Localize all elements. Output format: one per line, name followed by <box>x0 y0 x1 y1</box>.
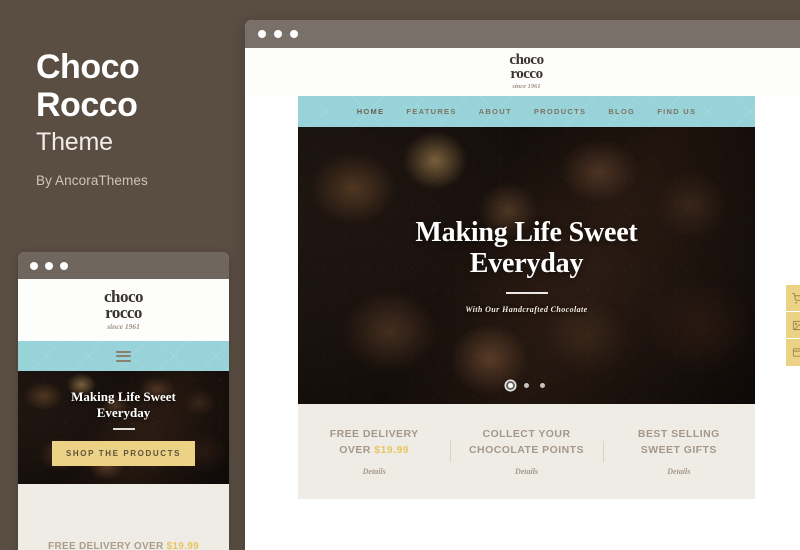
logo-since-tagline: since 1961 <box>512 83 541 91</box>
hero-slider-dot-1[interactable] <box>508 383 513 388</box>
hero-divider <box>505 292 548 295</box>
shopping-cart-button[interactable] <box>786 285 800 312</box>
window-dot-icon[interactable] <box>290 30 298 38</box>
hero-slider-dot-3[interactable] <box>540 383 545 388</box>
image-gallery-button[interactable] <box>786 312 800 339</box>
feature-title-line-2: OVER $19.99 <box>330 443 419 458</box>
nav-item-products[interactable]: PRODUCTS <box>534 107 587 116</box>
hero-title-line-2: Everyday <box>469 248 584 279</box>
feature-title-line-1: COLLECT YOUR <box>482 428 571 441</box>
feature-title-line-1: BEST SELLING <box>637 428 720 441</box>
feature-price: $19.99 <box>374 443 410 456</box>
mobile-mockup-titlebar <box>18 252 229 279</box>
hero-wrapper: Making Life Sweet Everyday With Our Hand… <box>245 127 800 404</box>
window-layout-icon <box>792 348 800 357</box>
logo-word-2: rocco <box>510 65 543 82</box>
theme-subtitle: Theme <box>36 128 113 157</box>
hero-slider-dots <box>298 383 755 388</box>
feature-details-link[interactable]: Details <box>363 467 386 476</box>
feature-title: BEST SELLING SWEET GIFTS <box>638 427 720 457</box>
feature-title-line-1: FREE DELIVERY <box>329 428 419 441</box>
nav-item-find-us[interactable]: FIND US <box>657 107 696 116</box>
browser-titlebar <box>245 20 800 48</box>
hero-title: Making Life Sweet Everyday <box>415 217 637 280</box>
theme-name-line-1: Choco <box>36 48 140 86</box>
feature-title: COLLECT YOUR CHOCOLATE POINTS <box>469 427 584 457</box>
left-info-panel: Choco Rocco Theme By AncoraThemes choco … <box>0 0 240 550</box>
browser-page-content: choco rocco since 1961 HOME FEATURES ABO… <box>245 48 800 550</box>
window-dot-icon[interactable] <box>45 261 53 270</box>
shopping-cart-icon <box>791 292 800 304</box>
mobile-logo-since: since 1961 <box>107 322 140 332</box>
mobile-features-band: FREE DELIVERY OVER $19.99 <box>18 484 229 550</box>
nav-item-blog[interactable]: BLOG <box>608 107 635 116</box>
feature-column-free-delivery: FREE DELIVERY OVER $19.99 Details <box>298 427 450 475</box>
feature-line-2-prefix: OVER <box>339 443 375 456</box>
nav-wrapper: HOME FEATURES ABOUT PRODUCTS BLOG FIND U… <box>245 96 800 127</box>
features-band: FREE DELIVERY OVER $19.99 Details COLLEC… <box>298 404 755 499</box>
window-dot-icon[interactable] <box>258 30 266 38</box>
feature-column-sweet-gifts: BEST SELLING SWEET GIFTS Details <box>602 427 755 476</box>
theme-name-line-2: Rocco <box>36 86 138 125</box>
image-gallery-icon <box>792 320 800 330</box>
mobile-hero-section: Making Life Sweet Everyday SHOP THE PROD… <box>18 371 229 484</box>
main-navigation: HOME FEATURES ABOUT PRODUCTS BLOG FIND U… <box>298 96 755 127</box>
mobile-hero-title-line-1: Making Life Sweet <box>71 389 176 405</box>
hero-slider: Making Life Sweet Everyday With Our Hand… <box>298 127 755 404</box>
site-logo[interactable]: choco rocco since 1961 <box>245 48 800 96</box>
page-title: Choco Rocco <box>36 48 236 124</box>
desktop-preview-browser-window[interactable]: choco rocco since 1961 HOME FEATURES ABO… <box>245 20 800 550</box>
mobile-feature-text: FREE DELIVERY OVER $19.99 <box>48 541 199 550</box>
mobile-nav-bar <box>18 341 229 371</box>
side-toolbar <box>786 285 800 366</box>
hero-slider-dot-2[interactable] <box>524 383 529 388</box>
hero-subtitle: With Our Handcrafted Chocolate <box>465 305 588 315</box>
nav-item-about[interactable]: ABOUT <box>479 107 512 116</box>
feature-title: FREE DELIVERY OVER $19.99 <box>330 427 419 457</box>
hero-title-line-1: Making Life Sweet <box>415 216 638 248</box>
feature-details-link[interactable]: Details <box>667 467 690 476</box>
window-dot-icon[interactable] <box>274 30 282 38</box>
mobile-site-logo[interactable]: choco rocco since 1961 <box>18 279 229 341</box>
hamburger-menu-icon[interactable] <box>116 348 131 364</box>
feature-column-chocolate-points: COLLECT YOUR CHOCOLATE POINTS Details <box>450 427 602 476</box>
mobile-hero-divider <box>112 427 135 430</box>
mobile-hero-title-line-2: Everyday <box>96 405 151 420</box>
nav-item-features[interactable]: FEATURES <box>406 107 456 116</box>
mobile-logo-word-2: rocco <box>105 302 142 322</box>
mobile-feature-price: $19.99 <box>166 541 199 550</box>
mobile-hero-title: Making Life Sweet Everyday <box>71 389 176 421</box>
window-dot-icon[interactable] <box>60 261 68 270</box>
title-block: Choco Rocco Theme By AncoraThemes <box>36 48 236 188</box>
mobile-preview-mockup[interactable]: choco rocco since 1961 Making Life Sweet… <box>18 252 229 550</box>
mobile-shop-products-button[interactable]: SHOP THE PRODUCTS <box>51 440 196 466</box>
feature-title-line-2: SWEET GIFTS <box>640 443 717 456</box>
mobile-feature-prefix: FREE DELIVERY OVER <box>48 541 167 550</box>
window-layout-button[interactable] <box>786 339 800 366</box>
features-wrapper: FREE DELIVERY OVER $19.99 Details COLLEC… <box>245 404 800 499</box>
feature-details-link[interactable]: Details <box>515 467 538 476</box>
nav-item-home[interactable]: HOME <box>357 107 385 116</box>
window-dot-icon[interactable] <box>30 261 38 270</box>
theme-author: By AncoraThemes <box>36 173 148 189</box>
feature-title-line-2: CHOCOLATE POINTS <box>469 443 584 456</box>
